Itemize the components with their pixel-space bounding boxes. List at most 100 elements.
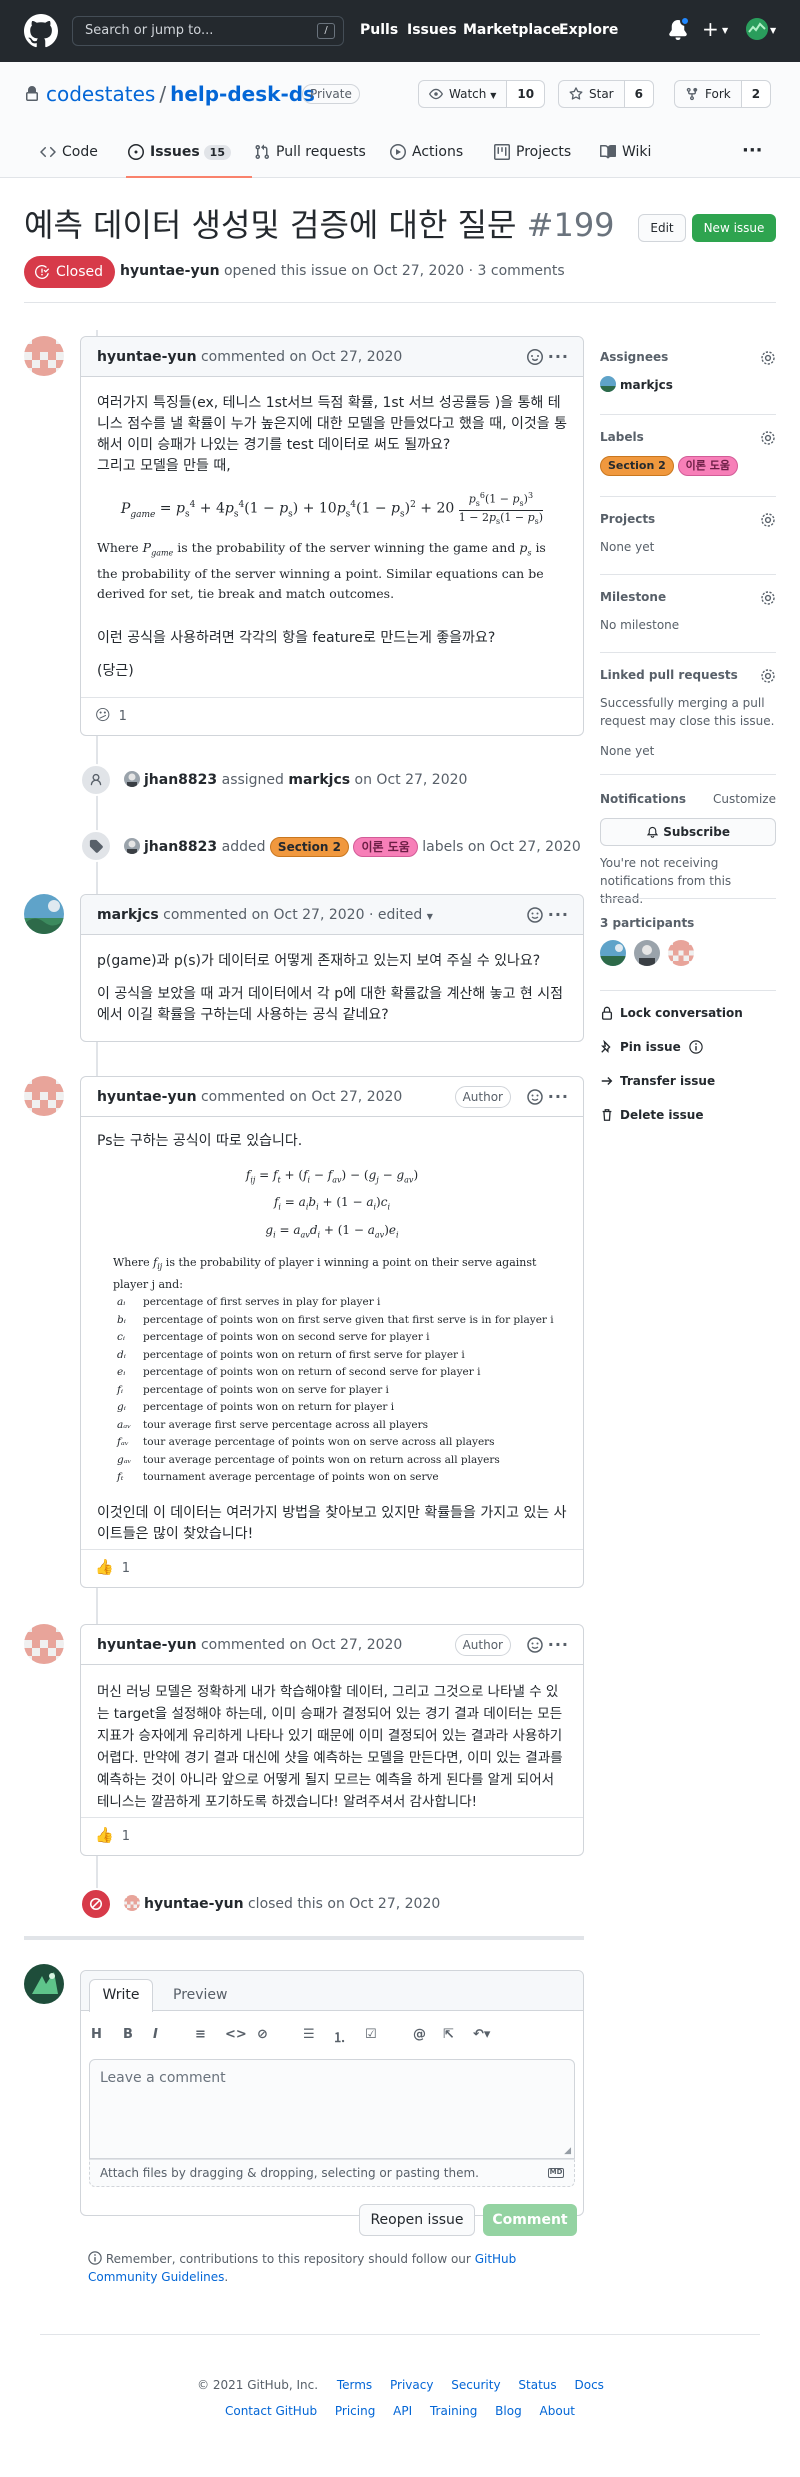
footer-link-training[interactable]: Training [430, 2404, 477, 2418]
code-icon[interactable]: <> [225, 2027, 247, 2042]
comment-timestamp[interactable]: commented on Oct 27, 2020 [201, 1089, 402, 1105]
smiley-icon[interactable] [527, 1637, 543, 1653]
smiley-icon[interactable] [527, 1089, 543, 1105]
mini-avatar[interactable] [124, 838, 140, 854]
repo-name-link[interactable]: help-desk-ds [170, 82, 315, 106]
avatar[interactable] [24, 1624, 64, 1664]
user-avatar[interactable] [746, 18, 768, 40]
event-actor[interactable]: jhan8823 [144, 839, 217, 855]
footer-link-docs[interactable]: Docs [574, 2378, 603, 2392]
event-target[interactable]: markjcs [288, 772, 350, 788]
markdown-icon[interactable]: MD [548, 2168, 564, 2178]
edited-chevron-icon[interactable]: ▼ [427, 912, 433, 921]
subscribe-button[interactable]: Subscribe [600, 818, 776, 846]
cross-reference-icon[interactable]: ⇱ [443, 2027, 454, 2042]
smiley-icon[interactable] [527, 907, 543, 923]
reaction-button[interactable]: 😕 1 [95, 706, 127, 724]
watch-count[interactable]: 10 [506, 81, 545, 107]
footer-link-status[interactable]: Status [518, 2378, 556, 2392]
resize-handle-icon[interactable]: ◢ [564, 2146, 571, 2156]
new-issue-button[interactable]: New issue [692, 214, 776, 242]
tab-more-button[interactable]: ··· [742, 140, 763, 161]
comment-timestamp[interactable]: commented on Oct 27, 2020 · edited [163, 907, 422, 923]
labels-heading[interactable]: Labels [600, 430, 776, 446]
avatar[interactable] [24, 1076, 64, 1116]
search-input[interactable]: Search or jump to... / [72, 16, 344, 46]
kebab-menu-icon[interactable]: ··· [548, 337, 569, 377]
milestone-heading[interactable]: Milestone [600, 590, 776, 606]
transfer-issue-button[interactable]: Transfer issue [600, 1074, 715, 1088]
tab-wiki[interactable]: Wiki [600, 144, 651, 160]
comment-textarea[interactable]: Leave a comment ◢ [89, 2059, 575, 2159]
unordered-list-icon[interactable]: ☰ [303, 2027, 315, 2042]
nav-pulls[interactable]: Pulls [360, 22, 398, 38]
assignees-heading[interactable]: Assignees [600, 350, 776, 366]
link-icon[interactable]: ⊘ [257, 2027, 268, 2042]
footer-link-privacy[interactable]: Privacy [390, 2378, 433, 2392]
star-button[interactable]: Star 6 [558, 80, 654, 108]
gear-icon[interactable] [760, 350, 776, 366]
participant-avatar[interactable] [600, 940, 626, 966]
kebab-menu-icon[interactable]: ··· [548, 1625, 569, 1665]
tab-write[interactable]: Write [89, 1979, 153, 2012]
gear-icon[interactable] [760, 590, 776, 606]
fork-button[interactable]: Fork 2 [674, 80, 772, 108]
bold-icon[interactable]: B [123, 2027, 133, 2042]
kebab-menu-icon[interactable]: ··· [548, 1077, 569, 1117]
customize-link[interactable]: Customize [713, 792, 776, 806]
fork-count[interactable]: 2 [740, 81, 771, 107]
comment-timestamp[interactable]: commented on Oct 27, 2020 [201, 349, 402, 365]
italic-icon[interactable]: I [153, 2027, 158, 2042]
tab-pull-requests[interactable]: Pull requests [255, 144, 366, 160]
label-section-2[interactable]: Section 2 [269, 837, 349, 857]
footer-link-api[interactable]: API [393, 2404, 412, 2418]
reaction-button[interactable]: 👍 1 [95, 1826, 130, 1844]
gear-icon[interactable] [760, 430, 776, 446]
comment-author[interactable]: hyuntae-yun [97, 1637, 197, 1653]
assignee-item[interactable]: markjcs [600, 376, 776, 394]
comment-author[interactable]: hyuntae-yun [97, 349, 197, 365]
star-count[interactable]: 6 [623, 81, 653, 107]
label-theory-help[interactable]: 이론 도움 [353, 837, 418, 857]
nav-marketplace[interactable]: Marketplace [463, 22, 560, 38]
footer-link-terms[interactable]: Terms [337, 2378, 372, 2392]
event-when[interactable]: on Oct 27, 2020 [355, 772, 468, 788]
footer-link-blog[interactable]: Blog [495, 2404, 522, 2418]
watch-button[interactable]: Watch ▼ 10 [418, 80, 546, 108]
reply-icon[interactable]: ↶▾ [473, 2027, 490, 2042]
avatar[interactable] [24, 1964, 64, 2004]
tab-preview[interactable]: Preview [173, 1987, 228, 2003]
nav-explore[interactable]: Explore [559, 22, 618, 38]
tab-code[interactable]: Code [40, 144, 98, 160]
projects-heading[interactable]: Projects [600, 512, 776, 528]
avatar[interactable] [24, 336, 64, 376]
heading-icon[interactable]: H [91, 2027, 102, 2042]
tab-issues[interactable]: Issues 15 [128, 144, 231, 160]
mention-icon[interactable]: @ [413, 2027, 426, 2042]
gear-icon[interactable] [760, 512, 776, 528]
pin-issue-button[interactable]: Pin issue [600, 1039, 703, 1054]
lock-conversation-button[interactable]: Lock conversation [600, 1006, 743, 1020]
comment-author[interactable]: markjcs [97, 907, 159, 923]
label-section-2[interactable]: Section 2 [600, 456, 674, 476]
nav-issues[interactable]: Issues [407, 22, 457, 38]
participant-avatar[interactable] [633, 940, 660, 966]
linked-prs-heading[interactable]: Linked pull requests [600, 668, 776, 683]
task-list-icon[interactable]: ☑ [365, 2027, 377, 2042]
comment-author[interactable]: hyuntae-yun [97, 1089, 197, 1105]
reopen-issue-button[interactable]: Reopen issue [359, 2204, 475, 2236]
info-icon[interactable] [689, 1040, 703, 1054]
edit-button[interactable]: Edit [638, 214, 686, 242]
footer-link-security[interactable]: Security [451, 2378, 500, 2392]
mini-avatar[interactable] [124, 1895, 140, 1911]
ordered-list-icon[interactable]: ⒈ [333, 2027, 346, 2046]
tab-actions[interactable]: Actions [390, 144, 463, 160]
reaction-button[interactable]: 👍 1 [95, 1558, 130, 1576]
avatar[interactable] [24, 894, 64, 934]
repo-owner-link[interactable]: codestates [46, 82, 155, 106]
delete-issue-button[interactable]: Delete issue [600, 1108, 703, 1122]
kebab-menu-icon[interactable]: ··· [548, 895, 569, 935]
github-logo-icon[interactable] [24, 14, 58, 48]
footer-link-about[interactable]: About [540, 2404, 575, 2418]
smiley-icon[interactable] [527, 349, 543, 365]
